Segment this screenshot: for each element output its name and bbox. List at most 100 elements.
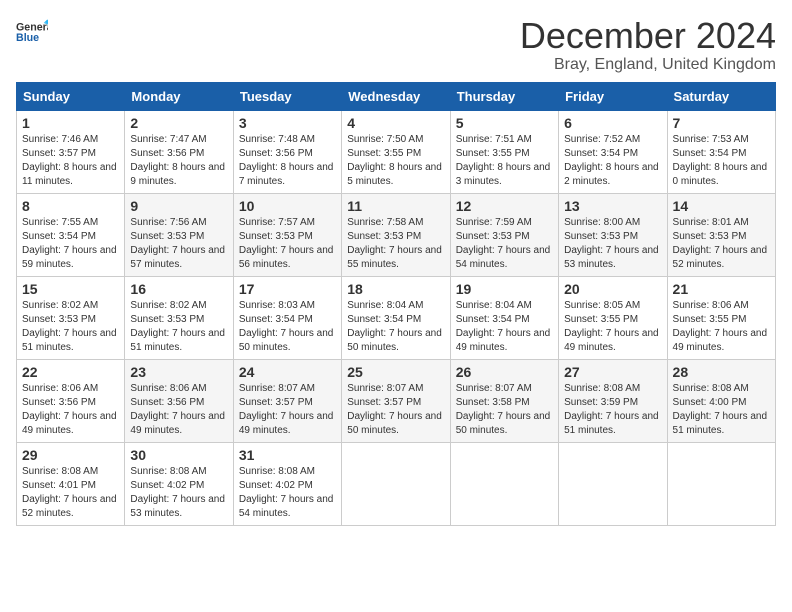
logo-icon: General Blue xyxy=(16,16,48,48)
logo: General Blue xyxy=(16,16,52,48)
calendar-table: SundayMondayTuesdayWednesdayThursdayFrid… xyxy=(16,82,776,526)
day-number: 14 xyxy=(673,198,770,214)
day-info: Sunrise: 7:46 AM Sunset: 3:57 PM Dayligh… xyxy=(22,133,119,189)
day-info: Sunrise: 8:07 AM Sunset: 3:57 PM Dayligh… xyxy=(239,382,336,438)
page-container: General Blue December 2024 Bray, England… xyxy=(16,16,776,526)
day-info: Sunrise: 8:08 AM Sunset: 3:59 PM Dayligh… xyxy=(564,382,661,438)
day-info: Sunrise: 8:02 AM Sunset: 3:53 PM Dayligh… xyxy=(22,299,119,355)
day-info: Sunrise: 7:50 AM Sunset: 3:55 PM Dayligh… xyxy=(347,133,444,189)
month-title: December 2024 xyxy=(520,16,776,56)
day-cell: 29 Sunrise: 8:08 AM Sunset: 4:01 PM Dayli… xyxy=(17,442,125,525)
day-cell: 31 Sunrise: 8:08 AM Sunset: 4:02 PM Dayli… xyxy=(233,442,341,525)
day-number: 25 xyxy=(347,364,444,380)
day-number: 6 xyxy=(564,115,661,131)
day-header-friday: Friday xyxy=(559,82,667,110)
day-cell xyxy=(559,442,667,525)
day-number: 19 xyxy=(456,281,553,297)
day-info: Sunrise: 8:06 AM Sunset: 3:56 PM Dayligh… xyxy=(130,382,227,438)
day-header-tuesday: Tuesday xyxy=(233,82,341,110)
header-row: SundayMondayTuesdayWednesdayThursdayFrid… xyxy=(17,82,776,110)
day-header-thursday: Thursday xyxy=(450,82,558,110)
day-info: Sunrise: 7:52 AM Sunset: 3:54 PM Dayligh… xyxy=(564,133,661,189)
day-cell: 2 Sunrise: 7:47 AM Sunset: 3:56 PM Daylig… xyxy=(125,110,233,193)
day-info: Sunrise: 8:07 AM Sunset: 3:58 PM Dayligh… xyxy=(456,382,553,438)
day-cell: 26 Sunrise: 8:07 AM Sunset: 3:58 PM Dayli… xyxy=(450,359,558,442)
svg-text:Blue: Blue xyxy=(16,32,39,44)
day-number: 21 xyxy=(673,281,770,297)
day-info: Sunrise: 7:58 AM Sunset: 3:53 PM Dayligh… xyxy=(347,216,444,272)
day-number: 23 xyxy=(130,364,227,380)
day-cell: 12 Sunrise: 7:59 AM Sunset: 3:53 PM Dayli… xyxy=(450,193,558,276)
day-info: Sunrise: 8:00 AM Sunset: 3:53 PM Dayligh… xyxy=(564,216,661,272)
day-header-monday: Monday xyxy=(125,82,233,110)
week-row-1: 1 Sunrise: 7:46 AM Sunset: 3:57 PM Daylig… xyxy=(17,110,776,193)
day-number: 7 xyxy=(673,115,770,131)
day-info: Sunrise: 8:08 AM Sunset: 4:02 PM Dayligh… xyxy=(239,465,336,521)
day-cell: 17 Sunrise: 8:03 AM Sunset: 3:54 PM Dayli… xyxy=(233,276,341,359)
day-number: 4 xyxy=(347,115,444,131)
day-cell: 6 Sunrise: 7:52 AM Sunset: 3:54 PM Daylig… xyxy=(559,110,667,193)
day-info: Sunrise: 8:04 AM Sunset: 3:54 PM Dayligh… xyxy=(347,299,444,355)
day-info: Sunrise: 7:48 AM Sunset: 3:56 PM Dayligh… xyxy=(239,133,336,189)
day-header-wednesday: Wednesday xyxy=(342,82,450,110)
day-number: 1 xyxy=(22,115,119,131)
day-number: 28 xyxy=(673,364,770,380)
day-cell: 21 Sunrise: 8:06 AM Sunset: 3:55 PM Dayli… xyxy=(667,276,775,359)
day-number: 17 xyxy=(239,281,336,297)
day-cell: 11 Sunrise: 7:58 AM Sunset: 3:53 PM Dayli… xyxy=(342,193,450,276)
day-number: 13 xyxy=(564,198,661,214)
day-number: 27 xyxy=(564,364,661,380)
page-header: General Blue December 2024 Bray, England… xyxy=(16,16,776,74)
day-cell: 5 Sunrise: 7:51 AM Sunset: 3:55 PM Daylig… xyxy=(450,110,558,193)
day-header-sunday: Sunday xyxy=(17,82,125,110)
day-cell xyxy=(342,442,450,525)
day-number: 3 xyxy=(239,115,336,131)
day-cell: 10Sunrise: 7:57 AM Sunset: 3:53 PM Dayli… xyxy=(233,193,341,276)
day-number: 11 xyxy=(347,198,444,214)
day-number: 20 xyxy=(564,281,661,297)
title-section: December 2024 Bray, England, United King… xyxy=(520,16,776,74)
day-cell: 3 Sunrise: 7:48 AM Sunset: 3:56 PM Daylig… xyxy=(233,110,341,193)
day-info: Sunrise: 7:59 AM Sunset: 3:53 PM Dayligh… xyxy=(456,216,553,272)
day-cell: 16 Sunrise: 8:02 AM Sunset: 3:53 PM Dayli… xyxy=(125,276,233,359)
week-row-4: 22Sunrise: 8:06 AM Sunset: 3:56 PM Dayli… xyxy=(17,359,776,442)
day-number: 31 xyxy=(239,447,336,463)
day-number: 15 xyxy=(22,281,119,297)
day-number: 8 xyxy=(22,198,119,214)
day-number: 12 xyxy=(456,198,553,214)
day-number: 29 xyxy=(22,447,119,463)
day-info: Sunrise: 8:02 AM Sunset: 3:53 PM Dayligh… xyxy=(130,299,227,355)
day-number: 26 xyxy=(456,364,553,380)
day-info: Sunrise: 8:08 AM Sunset: 4:00 PM Dayligh… xyxy=(673,382,770,438)
day-cell: 28 Sunrise: 8:08 AM Sunset: 4:00 PM Dayli… xyxy=(667,359,775,442)
week-row-2: 8 Sunrise: 7:55 AM Sunset: 3:54 PM Daylig… xyxy=(17,193,776,276)
day-info: Sunrise: 7:47 AM Sunset: 3:56 PM Dayligh… xyxy=(130,133,227,189)
day-number: 30 xyxy=(130,447,227,463)
day-cell xyxy=(450,442,558,525)
day-cell: 19Sunrise: 8:04 AM Sunset: 3:54 PM Dayli… xyxy=(450,276,558,359)
day-cell: 15 Sunrise: 8:02 AM Sunset: 3:53 PM Dayli… xyxy=(17,276,125,359)
day-info: Sunrise: 8:01 AM Sunset: 3:53 PM Dayligh… xyxy=(673,216,770,272)
day-number: 5 xyxy=(456,115,553,131)
day-cell: 7 Sunrise: 7:53 AM Sunset: 3:54 PM Daylig… xyxy=(667,110,775,193)
day-cell: 18Sunrise: 8:04 AM Sunset: 3:54 PM Dayli… xyxy=(342,276,450,359)
day-number: 2 xyxy=(130,115,227,131)
day-cell: 30 Sunrise: 8:08 AM Sunset: 4:02 PM Dayli… xyxy=(125,442,233,525)
day-info: Sunrise: 7:53 AM Sunset: 3:54 PM Dayligh… xyxy=(673,133,770,189)
week-row-3: 15 Sunrise: 8:02 AM Sunset: 3:53 PM Dayli… xyxy=(17,276,776,359)
day-number: 16 xyxy=(130,281,227,297)
day-cell: 20Sunrise: 8:05 AM Sunset: 3:55 PM Dayli… xyxy=(559,276,667,359)
day-cell: 25Sunrise: 8:07 AM Sunset: 3:57 PM Dayli… xyxy=(342,359,450,442)
day-info: Sunrise: 8:08 AM Sunset: 4:02 PM Dayligh… xyxy=(130,465,227,521)
day-cell: 13 Sunrise: 8:00 AM Sunset: 3:53 PM Dayli… xyxy=(559,193,667,276)
day-header-saturday: Saturday xyxy=(667,82,775,110)
day-info: Sunrise: 7:55 AM Sunset: 3:54 PM Dayligh… xyxy=(22,216,119,272)
day-info: Sunrise: 8:08 AM Sunset: 4:01 PM Dayligh… xyxy=(22,465,119,521)
day-info: Sunrise: 7:57 AM Sunset: 3:53 PM Dayligh… xyxy=(239,216,336,272)
day-info: Sunrise: 8:03 AM Sunset: 3:54 PM Dayligh… xyxy=(239,299,336,355)
day-info: Sunrise: 7:51 AM Sunset: 3:55 PM Dayligh… xyxy=(456,133,553,189)
day-info: Sunrise: 8:06 AM Sunset: 3:55 PM Dayligh… xyxy=(673,299,770,355)
location-subtitle: Bray, England, United Kingdom xyxy=(520,56,776,74)
day-cell: 14 Sunrise: 8:01 AM Sunset: 3:53 PM Dayli… xyxy=(667,193,775,276)
day-cell: 27 Sunrise: 8:08 AM Sunset: 3:59 PM Dayli… xyxy=(559,359,667,442)
